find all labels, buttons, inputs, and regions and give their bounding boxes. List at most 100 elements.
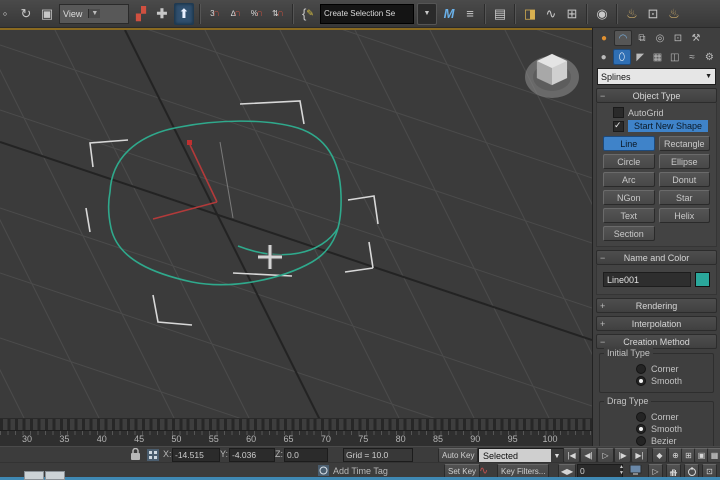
interpolation-rollout-header[interactable]: + Interpolation: [596, 316, 717, 331]
x-coordinate-field[interactable]: -14.515: [172, 448, 220, 462]
shapes-category-icon[interactable]: ⬯: [613, 49, 630, 65]
previous-frame-button[interactable]: ◀|: [580, 448, 597, 463]
edit-named-selection-icon[interactable]: {✎: [299, 4, 317, 24]
track-bar[interactable]: 3035404550556065707580859095100: [0, 430, 592, 446]
rendering-rollout-header[interactable]: + Rendering: [596, 298, 717, 313]
initial-corner-radio[interactable]: [636, 364, 646, 374]
transform-gizmo-icon[interactable]: [147, 449, 159, 463]
cameras-category-icon[interactable]: ▦: [650, 50, 665, 64]
ngon-button[interactable]: NGon: [603, 190, 655, 205]
snap-toggle-3d-icon[interactable]: 3∩: [206, 4, 224, 24]
create-category-row: ● ⬯ ◤ ▦ ◫ ≈ ⚙: [593, 47, 720, 66]
ellipse-button[interactable]: Ellipse: [659, 154, 711, 169]
curve-editor-icon[interactable]: ∿: [542, 4, 560, 24]
select-and-rotate-icon[interactable]: ↻: [17, 4, 35, 24]
drag-corner-radio[interactable]: [636, 412, 646, 422]
key-mode-toggle-button[interactable]: ◆: [652, 448, 667, 463]
systems-category-icon[interactable]: ⚙: [702, 50, 717, 64]
toolbox-icon[interactable]: ◨: [521, 4, 539, 24]
crosshair-cursor: [258, 245, 282, 269]
zoom-extents-all-button[interactable]: ▦: [707, 448, 720, 463]
add-time-tag-label[interactable]: Add Time Tag: [333, 464, 388, 478]
section-button[interactable]: Section: [603, 226, 655, 241]
viewcube[interactable]: [525, 54, 579, 98]
percent-snap-icon[interactable]: %∩: [248, 4, 266, 24]
shape-buttons-grid: Line Rectangle Circle Ellipse Arc Donut …: [599, 134, 714, 243]
object-color-swatch[interactable]: [695, 272, 710, 287]
name-color-rollout-header[interactable]: − Name and Color: [596, 250, 717, 265]
undo-icon[interactable]: ◦: [0, 4, 14, 24]
select-and-manipulate-icon[interactable]: ✚: [153, 4, 171, 24]
creation-method-rollout-header[interactable]: − Creation Method: [596, 334, 717, 349]
schematic-view-icon[interactable]: ⊞: [563, 4, 581, 24]
text-button[interactable]: Text: [603, 208, 655, 223]
angle-snap-icon[interactable]: ∆∩: [227, 4, 245, 24]
keyboard-override-icon[interactable]: ⬆: [174, 3, 194, 25]
helix-button[interactable]: Helix: [659, 208, 711, 223]
auto-key-label: Auto Key: [442, 451, 474, 460]
start-new-shape-checkbox[interactable]: [613, 121, 624, 132]
line-button[interactable]: Line: [603, 136, 655, 151]
play-button[interactable]: ▷: [597, 448, 614, 463]
star-button[interactable]: Star: [659, 190, 711, 205]
geometry-category-icon[interactable]: ●: [596, 50, 611, 64]
named-selection-set-field[interactable]: Create Selection Se: [320, 4, 414, 24]
timeline-frame-label: 45: [134, 434, 144, 444]
motion-tab[interactable]: ◎: [652, 31, 668, 45]
perspective-viewport[interactable]: [0, 28, 592, 418]
object-name-field[interactable]: Line001: [603, 272, 691, 287]
key-filter-curve-icon[interactable]: ∿: [479, 464, 488, 477]
render-setup-icon[interactable]: ♨: [623, 4, 641, 24]
align-icon[interactable]: ≡: [461, 4, 479, 24]
initial-smooth-radio[interactable]: [636, 376, 646, 386]
reference-coordinate-dropdown[interactable]: View ▼: [59, 4, 129, 24]
material-editor-icon[interactable]: ◉: [593, 4, 611, 24]
autogrid-checkbox[interactable]: [613, 107, 624, 118]
timeline-frame-label: 30: [22, 434, 32, 444]
mirror-icon[interactable]: M: [440, 4, 458, 24]
auto-key-button[interactable]: Auto Key: [438, 448, 478, 463]
helpers-category-icon[interactable]: ◫: [667, 50, 682, 64]
time-slider[interactable]: [0, 418, 592, 430]
object-type-rollout-header[interactable]: − Object Type: [596, 88, 717, 103]
layer-manager-icon[interactable]: ▤: [491, 4, 509, 24]
use-pivot-center-icon[interactable]: ▞: [132, 4, 150, 24]
lights-category-icon[interactable]: ◤: [633, 50, 648, 64]
rendered-frame-icon[interactable]: ⊡: [644, 4, 662, 24]
arc-button[interactable]: Arc: [603, 172, 655, 187]
toolbar-separator: [292, 4, 294, 24]
drag-smooth-radio[interactable]: [636, 424, 646, 434]
shape-category-dropdown[interactable]: Splines ▼: [597, 68, 716, 85]
z-coordinate-field[interactable]: 0.0: [284, 448, 328, 462]
z-coordinate-value: 0.0: [287, 450, 299, 460]
circle-button[interactable]: Circle: [603, 154, 655, 169]
initial-type-group: Initial Type Corner Smooth: [599, 353, 714, 393]
spinner-snap-icon[interactable]: ⇅∩: [269, 4, 287, 24]
frame-spinner[interactable]: ▲▼: [618, 464, 625, 477]
hierarchy-tab[interactable]: ⧉: [634, 31, 650, 45]
set-key-label: Set Key: [448, 467, 476, 476]
display-tab[interactable]: ⊡: [670, 31, 686, 45]
utilities-tab[interactable]: ⚒: [688, 31, 704, 45]
select-and-scale-icon[interactable]: ▣: [38, 4, 56, 24]
selection-lock-icon[interactable]: [130, 448, 141, 463]
drag-bezier-radio[interactable]: [636, 436, 646, 446]
donut-button[interactable]: Donut: [659, 172, 711, 187]
rectangle-button[interactable]: Rectangle: [659, 136, 711, 151]
next-frame-button[interactable]: |▶: [614, 448, 631, 463]
start-new-shape-label[interactable]: Start New Shape: [628, 120, 708, 132]
modify-tab[interactable]: ◠: [614, 30, 632, 46]
collapse-icon: −: [600, 253, 605, 263]
go-to-start-button[interactable]: |◀: [563, 448, 580, 463]
create-tab[interactable]: ●: [596, 31, 612, 45]
render-production-icon[interactable]: ♨: [665, 4, 683, 24]
go-to-end-button[interactable]: ▶|: [631, 448, 648, 463]
rollout-title: Rendering: [597, 301, 716, 311]
current-frame-field[interactable]: 0: [577, 464, 623, 478]
y-coordinate-field[interactable]: -4.036: [229, 448, 275, 462]
named-selection-dropdown-icon[interactable]: ▼: [417, 3, 437, 25]
spacewarps-category-icon[interactable]: ≈: [684, 50, 699, 64]
group-title: Drag Type: [604, 396, 651, 406]
z-coordinate-label: Z:: [275, 447, 283, 461]
shape-category-value: Splines: [601, 72, 631, 82]
